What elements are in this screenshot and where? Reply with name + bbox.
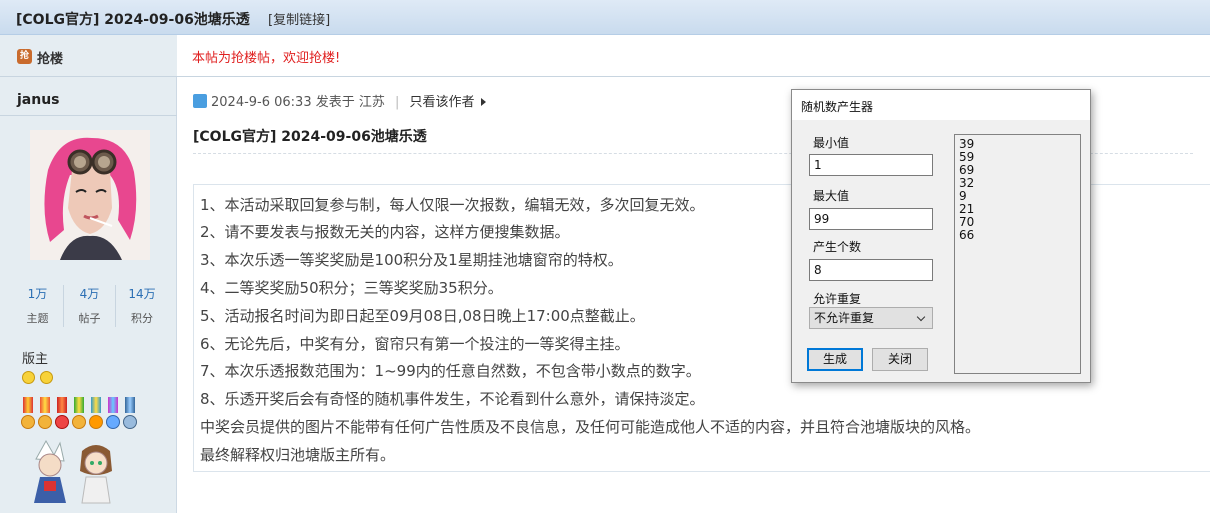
- repeat-select[interactable]: 不允许重复: [809, 307, 933, 329]
- post-line: 7、本次乐透报数范围为：1~99内的任意自然数，不包含带小数点的数字。: [200, 362, 701, 380]
- stat-label: 积分: [131, 312, 153, 325]
- post-line: 5、活动报名时间为即日起至09月08日,08日晚上17:00点整截止。: [200, 307, 645, 325]
- author-username[interactable]: janus: [17, 92, 60, 108]
- user-role: 版主: [22, 352, 49, 367]
- divider: [177, 76, 1210, 77]
- qianglou-label: 抢楼: [37, 52, 64, 67]
- repeat-label: 允许重复: [813, 292, 862, 306]
- smile-icon: [22, 371, 35, 384]
- repeat-selected: 不允许重复: [814, 311, 875, 325]
- post-meta: 2024-9-6 06:33 发表于 江苏 | 只看该作者: [193, 91, 486, 110]
- qianglou-icon: 抢: [17, 49, 32, 64]
- copy-link-button[interactable]: [复制链接]: [268, 9, 330, 28]
- stat-points[interactable]: 14万 积分: [116, 285, 168, 326]
- min-input[interactable]: 1: [809, 154, 933, 176]
- medal-icon[interactable]: [106, 397, 120, 433]
- thread-title: [COLG官方] 2024-09-06池塘乐透: [16, 12, 250, 28]
- qianglou-row: 抢 抢楼: [0, 35, 177, 77]
- stat-topics[interactable]: 1万 主题: [12, 285, 64, 327]
- min-label: 最小值: [813, 136, 850, 150]
- medal-row: [21, 397, 143, 433]
- chibi-figures: [30, 437, 120, 507]
- generate-button[interactable]: 生成: [807, 348, 863, 371]
- result-item: 39: [959, 137, 975, 151]
- result-item: 21: [959, 202, 975, 216]
- arrow-right-icon: [480, 98, 486, 106]
- random-generator-dialog: 随机数产生器 最小值 1 最大值 99 产生个数 8 允许重复 不允许重复 生成…: [791, 89, 1091, 383]
- divider: [0, 115, 177, 116]
- result-item: 70: [959, 215, 975, 229]
- result-item: 59: [959, 150, 975, 164]
- user-rank-icons: [22, 371, 54, 388]
- post-line: 8、乐透开奖后会有奇怪的随机事件发生，不论看到什么意外，请保持淡定。: [200, 390, 705, 408]
- post-line: 4、二等奖奖励50积分；三等奖奖励35积分。: [200, 279, 503, 297]
- dialog-title: 随机数产生器: [801, 100, 874, 114]
- stat-label: 主题: [26, 312, 49, 325]
- smile-icon: [40, 371, 54, 384]
- avatar[interactable]: [30, 130, 150, 260]
- dialog-titlebar[interactable]: 随机数产生器: [792, 90, 1090, 120]
- author-sidebar: 抢 抢楼 janus 1万 主题 4万 帖子 14万 积分 版主: [0, 35, 177, 513]
- stat-posts[interactable]: 4万 帖子: [64, 285, 116, 327]
- post-line: 最终解释权归池塘版主所有。: [200, 446, 396, 464]
- medal-icon[interactable]: [38, 397, 52, 433]
- meta-separator: |: [395, 95, 400, 110]
- avatar-image: [30, 130, 150, 260]
- stat-value: 1万: [27, 287, 48, 301]
- thread-title-bar: [COLG官方] 2024-09-06池塘乐透 [复制链接]: [0, 0, 1210, 35]
- max-input[interactable]: 99: [809, 208, 933, 230]
- stat-value: 4万: [79, 287, 100, 301]
- chibi-image: [34, 439, 112, 504]
- author-stats: 1万 主题 4万 帖子 14万 积分: [12, 285, 168, 327]
- result-item: 66: [959, 228, 975, 242]
- only-author-link[interactable]: 只看该作者: [410, 95, 475, 110]
- close-button[interactable]: 关闭: [872, 348, 928, 371]
- medal-icon[interactable]: [72, 397, 86, 433]
- results-list[interactable]: 39 59 69 32 9 21 70 66: [954, 134, 1081, 374]
- medal-icon[interactable]: [55, 397, 69, 433]
- medal-icon[interactable]: [123, 397, 137, 433]
- result-item: 69: [959, 163, 975, 177]
- result-item: 9: [959, 189, 967, 203]
- user-online-icon: [193, 94, 207, 108]
- stat-label: 帖子: [78, 312, 101, 325]
- post-title: [COLG官方] 2024-09-06池塘乐透: [193, 129, 427, 145]
- result-item: 32: [959, 176, 975, 190]
- post-line: 3、本次乐透一等奖奖励是100积分及1星期挂池塘窗帘的特权。: [200, 251, 623, 269]
- count-label: 产生个数: [813, 240, 862, 254]
- medal-icon[interactable]: [89, 397, 103, 433]
- chevron-down-icon: [916, 312, 926, 322]
- medal-icon[interactable]: [21, 397, 35, 433]
- post-line: 1、本活动采取回复参与制，每人仅限一次报数，编辑无效，多次回复无效。: [200, 196, 705, 214]
- post-line: 中奖会员提供的图片不能带有任何广告性质及不良信息，及任何可能造成他人不适的内容，…: [200, 418, 981, 436]
- stat-value: 14万: [128, 287, 156, 301]
- qianglou-notice: 本帖为抢楼帖，欢迎抢楼!: [192, 51, 341, 66]
- count-input[interactable]: 8: [809, 259, 933, 281]
- post-line: 6、无论先后，中奖有分，窗帘只有第一个投注的一等奖得主挂。: [200, 335, 630, 353]
- post-date: 2024-9-6 06:33 发表于 江苏: [211, 95, 385, 110]
- max-label: 最大值: [813, 189, 850, 203]
- post-line: 2、请不要发表与报数无关的内容，这样方便搜集数据。: [200, 223, 570, 241]
